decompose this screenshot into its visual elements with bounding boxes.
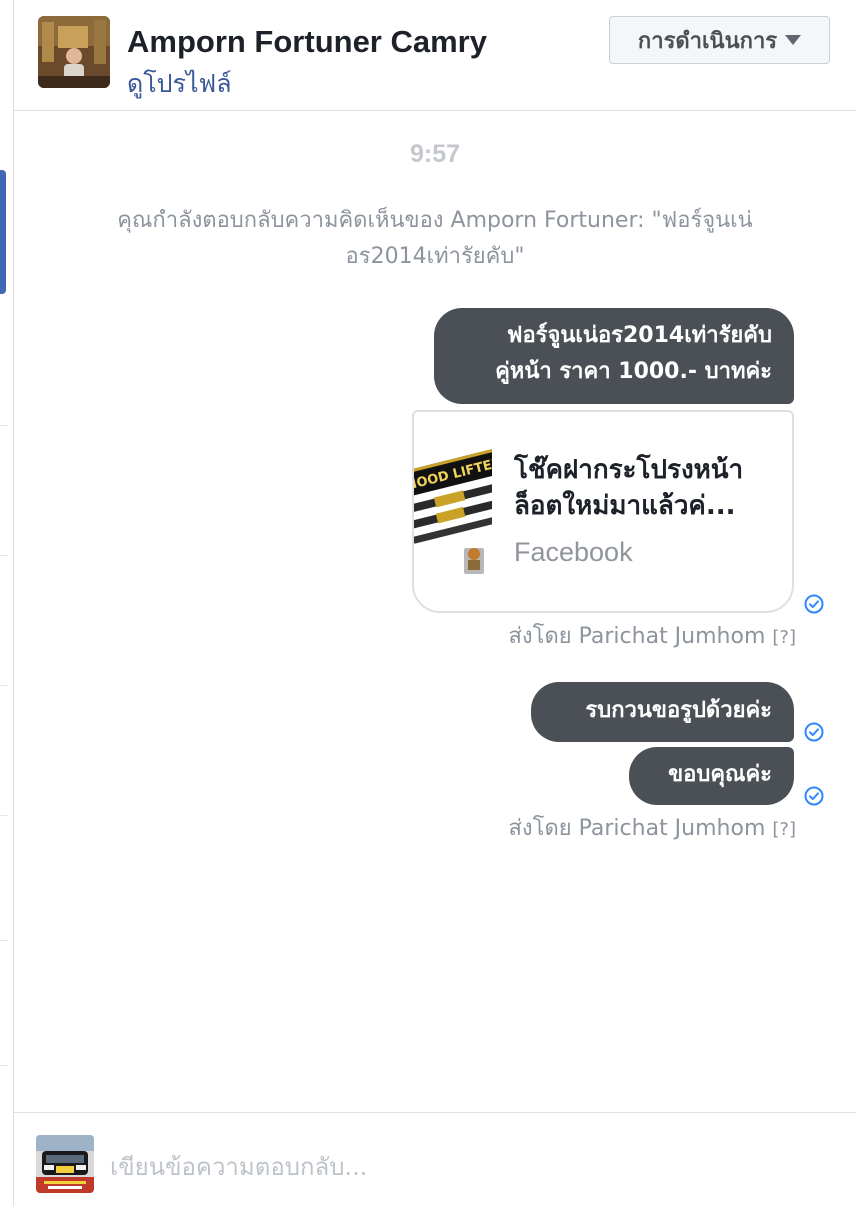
- caret-down-icon: [785, 35, 802, 45]
- check-circle-icon: [804, 594, 824, 614]
- link-preview-thumbnail: HOOD LIFTER: [414, 436, 512, 588]
- reply-input[interactable]: [110, 1147, 810, 1187]
- link-preview-source: Facebook: [514, 537, 633, 567]
- left-rail-divider: [0, 940, 8, 941]
- link-title-line: ล็อตใหม่มาแล้วค่...: [514, 491, 736, 521]
- help-link[interactable]: [?]: [772, 819, 796, 840]
- message-timestamp: 9:57: [409, 140, 461, 168]
- left-rail-divider: [0, 1065, 8, 1066]
- actions-label: การดำเนินการ: [637, 28, 778, 54]
- left-rail-divider: [0, 685, 8, 686]
- contact-avatar[interactable]: [38, 16, 110, 88]
- left-rail-divider: [0, 815, 8, 816]
- reply-context-notice: คุณกำลังตอบกลับความคิดเห็นของ Amporn For…: [117, 208, 753, 269]
- check-circle-icon: [804, 722, 824, 742]
- link-preview-card[interactable]: HOOD LIFTER โช๊คฝากระโปรงหน้า ล็อตใหม่มา…: [412, 410, 794, 613]
- left-rail-divider: [0, 555, 8, 556]
- left-rail-active-indicator: [0, 170, 6, 294]
- sent-by-label: ส่งโดย Parichat Jumhom [?]: [508, 810, 796, 845]
- help-link[interactable]: [?]: [772, 627, 796, 648]
- reply-composer: [14, 1112, 856, 1206]
- message-bubble: รบกวนขอรูปด้วยค่ะ: [531, 682, 794, 742]
- left-rail-divider: [0, 425, 8, 426]
- message-line: คู่หน้า ราคา 1000.- บาทค่ะ: [495, 359, 772, 384]
- sent-by-text: ส่งโดย Parichat Jumhom: [508, 816, 766, 841]
- message-bubble: ขอบคุณค่ะ: [629, 747, 794, 805]
- view-profile-link[interactable]: ดูโปรไฟล์: [127, 64, 232, 104]
- actions-dropdown-button[interactable]: การดำเนินการ: [609, 16, 830, 64]
- sent-by-text: ส่งโดย Parichat Jumhom: [508, 624, 766, 649]
- link-preview-title: โช๊คฝากระโปรงหน้า ล็อตใหม่มาแล้วค่...: [514, 452, 789, 524]
- conversation-header: Amporn Fortuner Camry ดูโปรไฟล์ การดำเนิ…: [14, 0, 856, 111]
- contact-name[interactable]: Amporn Fortuner Camry: [127, 24, 487, 60]
- link-title-line: โช๊คฝากระโปรงหน้า: [514, 455, 744, 485]
- message-line: ฟอร์จูนเน่อร2014เท่ารัยคับ: [506, 323, 772, 348]
- sent-by-label: ส่งโดย Parichat Jumhom [?]: [508, 618, 796, 653]
- page-avatar: [36, 1135, 94, 1193]
- left-rail: [0, 0, 14, 1206]
- message-bubble: ฟอร์จูนเน่อร2014เท่ารัยคับ คู่หน้า ราคา …: [434, 308, 794, 404]
- check-circle-icon: [804, 786, 824, 806]
